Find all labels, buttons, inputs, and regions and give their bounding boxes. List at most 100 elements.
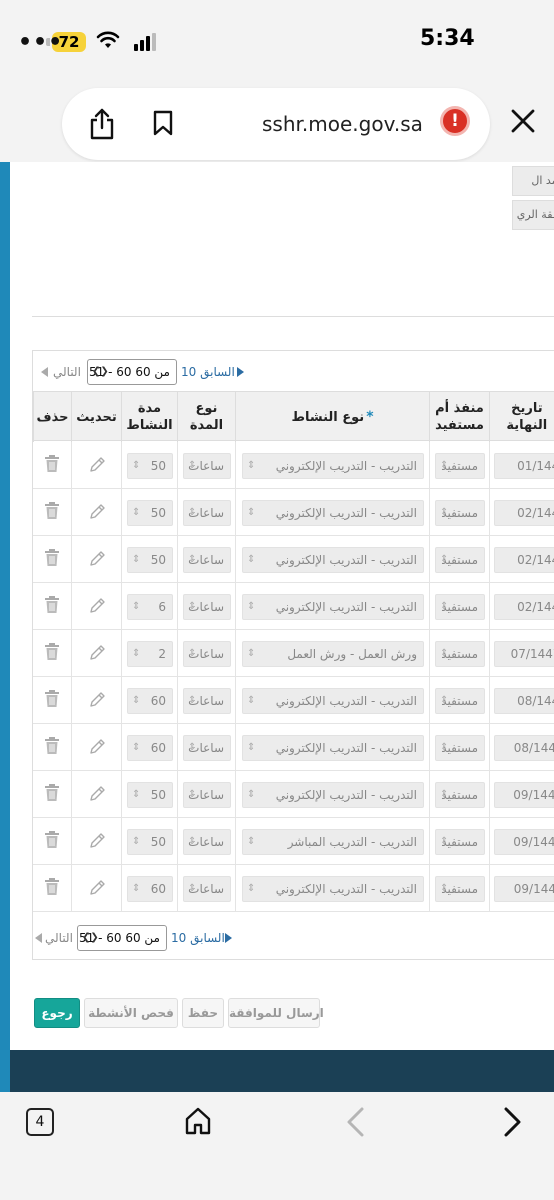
header-role[interactable]: منفذ أم مستفيد <box>429 392 489 442</box>
duration-type-select[interactable]: ⇕ ساعات <box>183 594 231 620</box>
role-select[interactable]: ⇕ مستفيد <box>435 594 485 620</box>
duration-input[interactable]: ⇕ 60 <box>127 688 173 714</box>
header-activity-type[interactable]: * نوع النشاط <box>235 392 429 442</box>
role-select[interactable]: ⇕ مستفيد <box>435 688 485 714</box>
pager-prev[interactable]: السابق 10 <box>181 365 235 379</box>
more-options-icon[interactable]: ••• <box>18 30 63 55</box>
share-icon[interactable] <box>88 108 116 140</box>
trash-icon[interactable] <box>44 596 60 614</box>
pencil-icon[interactable] <box>88 691 106 709</box>
check-activities-button[interactable]: فحص الأنشطة <box>84 998 178 1028</box>
submit-for-approval-button[interactable]: ارسال للموافقة <box>228 998 324 1028</box>
duration-input[interactable]: ⇕ 50 <box>127 782 173 808</box>
header-duration-type[interactable]: نوع المدة <box>177 392 235 442</box>
activity-type-select[interactable]: ⇕ التدريب - التدريب الإلكتروني <box>242 500 424 526</box>
back-button[interactable]: رجوع <box>34 998 80 1028</box>
duration-input[interactable]: ⇕ 50 <box>127 547 173 573</box>
tabs-button[interactable]: 4 <box>26 1108 54 1136</box>
activity-type-select[interactable]: ⇕ التدريب - التدريب المباشر <box>242 829 424 855</box>
activity-type-select[interactable]: ⇕ التدريب - التدريب الإلكتروني <box>242 782 424 808</box>
duration-input[interactable]: ⇕ 60 <box>127 876 173 902</box>
role-select[interactable]: ⇕ مستفيد <box>435 876 485 902</box>
duration-type-select[interactable]: ⇕ ساعات <box>183 641 231 667</box>
pager-next[interactable]: التالي <box>53 365 81 379</box>
next-arrow-icon[interactable] <box>41 367 48 377</box>
end-date-input[interactable]: ١/07/1447 <box>494 641 554 667</box>
duration-type-select[interactable]: ⇕ ساعات <box>183 500 231 526</box>
header-activity-duration[interactable]: مدة النشاط <box>121 392 177 442</box>
trash-icon[interactable] <box>44 878 60 896</box>
end-date-input[interactable]: ا/09/1447 <box>494 876 554 902</box>
pencil-icon[interactable] <box>88 597 106 615</box>
pencil-icon[interactable] <box>88 738 106 756</box>
pencil-icon[interactable] <box>88 456 106 474</box>
duration-type-select[interactable]: ⇕ ساعات <box>183 688 231 714</box>
pencil-icon[interactable] <box>88 785 106 803</box>
pager-range-select[interactable]: ❮❯ 51 - 60 من 60 <box>77 925 167 951</box>
role-select[interactable]: ⇕ مستفيد <box>435 453 485 479</box>
bookmark-icon[interactable] <box>152 110 174 136</box>
pencil-icon[interactable] <box>88 503 106 521</box>
role-select[interactable]: ⇕ مستفيد <box>435 829 485 855</box>
header-end-date[interactable]: *تاريخ النهاية <box>489 392 554 442</box>
duration-type-select[interactable]: ⇕ ساعات <box>183 782 231 808</box>
prev-arrow-icon[interactable] <box>237 367 244 377</box>
pencil-icon[interactable] <box>88 644 106 662</box>
duration-type-select[interactable]: ⇕ ساعات <box>183 453 231 479</box>
trash-icon[interactable] <box>44 643 60 661</box>
activity-type-select[interactable]: ⇕ التدريب - التدريب الإلكتروني <box>242 594 424 620</box>
duration-type-select[interactable]: ⇕ ساعات <box>183 876 231 902</box>
close-icon[interactable] <box>508 106 538 136</box>
trash-icon[interactable] <box>44 737 60 755</box>
pencil-icon[interactable] <box>88 550 106 568</box>
duration-input[interactable]: ⇕ 50 <box>127 829 173 855</box>
end-date-input[interactable]: /02/1447 <box>494 594 554 620</box>
duration-type-select[interactable]: ⇕ ساعات <box>183 829 231 855</box>
trash-icon[interactable] <box>44 455 60 473</box>
pencil-icon[interactable] <box>88 879 106 897</box>
pager-next[interactable]: التالي <box>45 931 73 945</box>
trash-icon[interactable] <box>44 784 60 802</box>
url-text[interactable]: sshr.moe.gov.sa <box>262 112 423 136</box>
role-select[interactable]: ⇕ مستفيد <box>435 641 485 667</box>
pencil-icon[interactable] <box>88 832 106 850</box>
role-select[interactable]: ⇕ مستفيد <box>435 782 485 808</box>
duration-input[interactable]: ⇕ 50 <box>127 453 173 479</box>
activity-type-select[interactable]: ⇕ التدريب - التدريب الإلكتروني <box>242 688 424 714</box>
end-date-input[interactable]: /08/1447 <box>494 688 554 714</box>
pager-prev[interactable]: السابق 10 <box>171 931 225 945</box>
trash-icon[interactable] <box>44 690 60 708</box>
next-arrow-icon[interactable] <box>35 933 42 943</box>
role-select[interactable]: ⇕ مستفيد <box>435 735 485 761</box>
activity-type-select[interactable]: ⇕ ورش العمل - ورش العمل <box>242 641 424 667</box>
pager-range-select[interactable]: ❮❯ 51 - 60 من 60 <box>87 359 177 385</box>
activity-type-select[interactable]: ⇕ التدريب - التدريب الإلكتروني <box>242 735 424 761</box>
alert-icon[interactable]: ! <box>440 106 470 136</box>
duration-input[interactable]: ⇕ 50 <box>127 500 173 526</box>
end-date-input[interactable]: /02/1447 <box>494 547 554 573</box>
activity-type-select[interactable]: ⇕ التدريب - التدريب الإلكتروني <box>242 453 424 479</box>
home-icon[interactable] <box>184 1106 212 1136</box>
activity-type-cell: ⇕ التدريب - التدريب الإلكتروني <box>235 489 429 536</box>
trash-icon[interactable] <box>44 549 60 567</box>
role-select[interactable]: ⇕ مستفيد <box>435 547 485 573</box>
activity-type-select[interactable]: ⇕ التدريب - التدريب الإلكتروني <box>242 876 424 902</box>
trash-icon[interactable] <box>44 502 60 520</box>
prev-arrow-icon[interactable] <box>225 933 232 943</box>
forward-arrow-icon[interactable] <box>502 1106 524 1138</box>
save-button[interactable]: حفظ <box>182 998 224 1028</box>
end-date-input[interactable]: ٬/09/1447 <box>494 829 554 855</box>
role-select[interactable]: ⇕ مستفيد <box>435 500 485 526</box>
duration-input[interactable]: ⇕ 6 <box>127 594 173 620</box>
end-date-input[interactable]: ٬/09/1447 <box>494 782 554 808</box>
duration-input[interactable]: ⇕ 2 <box>127 641 173 667</box>
activity-type-select[interactable]: ⇕ التدريب - التدريب الإلكتروني <box>242 547 424 573</box>
trash-icon[interactable] <box>44 831 60 849</box>
back-arrow-icon[interactable] <box>344 1106 366 1138</box>
end-date-input[interactable]: /02/1447 <box>494 500 554 526</box>
duration-type-select[interactable]: ⇕ ساعات <box>183 735 231 761</box>
end-date-input[interactable]: ا/08/1447 <box>494 735 554 761</box>
duration-input[interactable]: ⇕ 60 <box>127 735 173 761</box>
end-date-input[interactable]: /01/1447 <box>494 453 554 479</box>
duration-type-select[interactable]: ⇕ ساعات <box>183 547 231 573</box>
